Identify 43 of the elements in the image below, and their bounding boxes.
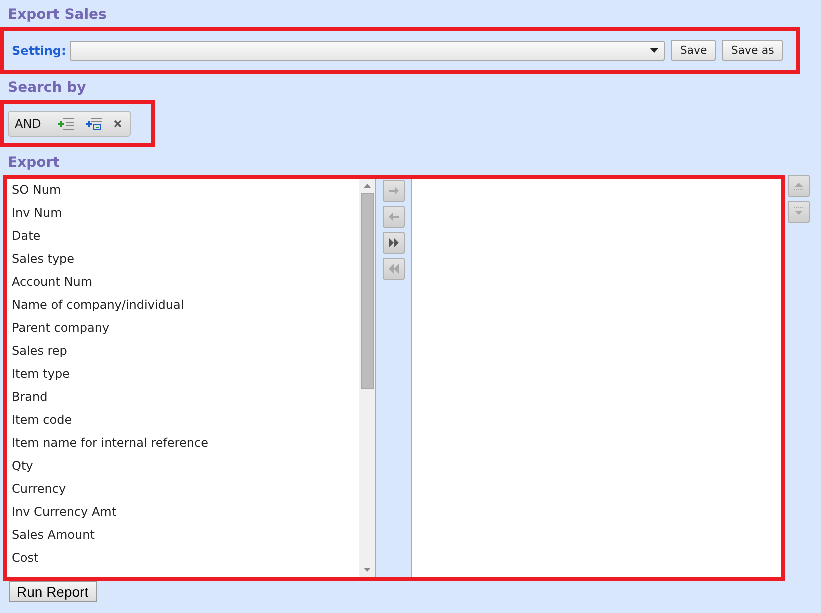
- move-down-icon: [793, 206, 805, 218]
- field-item[interactable]: Item type: [7, 363, 359, 386]
- add-group-icon[interactable]: [85, 116, 104, 130]
- field-item[interactable]: Brand: [7, 386, 359, 409]
- run-report-button[interactable]: Run Report: [9, 581, 97, 602]
- field-item[interactable]: Account Num: [7, 271, 359, 294]
- field-item[interactable]: Inv Num: [7, 202, 359, 225]
- setting-label: Setting:: [12, 44, 66, 58]
- field-item[interactable]: Name of company/individual: [7, 294, 359, 317]
- close-icon[interactable]: [113, 118, 124, 128]
- field-item[interactable]: Date: [7, 225, 359, 248]
- add-row-icon[interactable]: [57, 116, 76, 130]
- transfer-button[interactable]: [382, 232, 404, 254]
- field-item[interactable]: Item name for internal reference: [7, 432, 359, 455]
- dropdown-arrow-icon: [650, 48, 660, 52]
- field-item[interactable]: Item code: [7, 409, 359, 432]
- field-item[interactable]: Sales rep: [7, 340, 359, 363]
- selected-fields-list[interactable]: [412, 179, 781, 577]
- double-left-icon: [388, 263, 400, 275]
- page-title: Export Sales: [7, 6, 108, 25]
- section-heading: Export: [7, 154, 61, 173]
- scrollbar[interactable]: [359, 179, 375, 577]
- available-fields-list[interactable]: [7, 179, 375, 577]
- left-arrow-icon: [388, 211, 400, 223]
- field-item[interactable]: Currency: [7, 478, 359, 501]
- double-right-icon: [388, 237, 400, 249]
- scroll-down-icon[interactable]: [364, 568, 370, 572]
- operator-label[interactable]: AND: [15, 116, 42, 130]
- setting-button[interactable]: Save: [671, 40, 716, 61]
- field-item[interactable]: SO Num: [7, 179, 359, 202]
- field-item[interactable]: Sales Amount: [7, 524, 359, 547]
- field-item[interactable]: Parent company: [7, 317, 359, 340]
- move-up-icon: [793, 180, 805, 192]
- section-heading: Search by: [7, 79, 88, 98]
- setting-button[interactable]: Save as: [722, 40, 784, 61]
- field-item[interactable]: Sales type: [7, 248, 359, 271]
- right-arrow-icon: [388, 185, 400, 197]
- field-item[interactable]: Qty: [7, 455, 359, 478]
- scrollbar-thumb[interactable]: [360, 193, 374, 389]
- field-item[interactable]: Inv Currency Amt: [7, 501, 359, 524]
- setting-dropdown[interactable]: [70, 40, 666, 60]
- scroll-up-icon[interactable]: [364, 184, 370, 188]
- field-item[interactable]: Cost: [7, 547, 359, 570]
